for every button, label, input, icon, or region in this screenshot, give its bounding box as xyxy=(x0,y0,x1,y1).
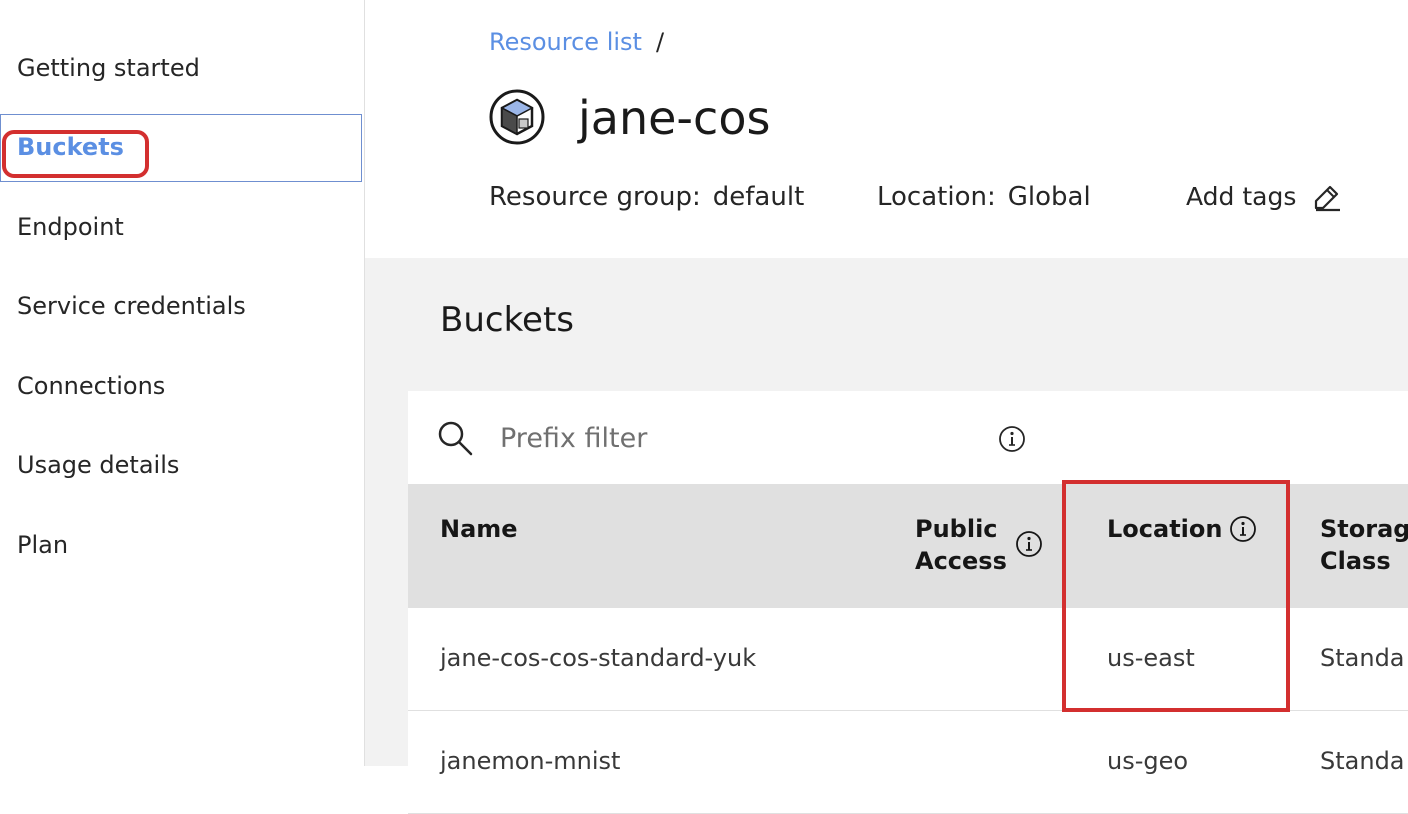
buckets-highlight-outline xyxy=(2,130,149,178)
resource-group-meta: Resource group: default xyxy=(489,182,804,212)
storage-class-cell: Standa xyxy=(1320,644,1405,672)
sidebar-item-plan[interactable]: Plan xyxy=(17,531,68,559)
breadcrumb-separator: / xyxy=(655,28,665,56)
column-header-storage-class-line1: Storag xyxy=(1320,515,1408,543)
page-title: jane-cos xyxy=(578,91,771,145)
column-header-storage-class-line2: Class xyxy=(1320,547,1391,575)
add-tags-button[interactable]: Add tags xyxy=(1186,182,1296,211)
prefix-filter-input[interactable] xyxy=(500,418,970,458)
location-column-highlight-outline xyxy=(1062,480,1290,712)
sidebar: Getting started Buckets Endpoint Service… xyxy=(0,0,365,766)
search-icon xyxy=(438,421,473,456)
storage-class-cell: Standa xyxy=(1320,747,1405,775)
location-value: Global xyxy=(1007,182,1091,212)
info-icon[interactable] xyxy=(997,424,1027,454)
location-meta: Location: Global xyxy=(877,182,1091,212)
table-row[interactable]: janemon-mnist us-geo Standa xyxy=(408,711,1408,814)
breadcrumb: Resource list / xyxy=(489,28,664,56)
column-header-name[interactable]: Name xyxy=(440,513,518,545)
info-icon[interactable] xyxy=(1014,529,1044,559)
location-cell: us-geo xyxy=(1107,747,1189,775)
pencil-icon[interactable] xyxy=(1312,182,1342,212)
column-header-public-access[interactable]: Public Access xyxy=(915,513,1007,577)
bucket-name-link[interactable]: jane-cos-cos-standard-yuk xyxy=(440,644,756,672)
sidebar-item-connections[interactable]: Connections xyxy=(17,372,165,400)
resource-group-key: Resource group: xyxy=(489,182,701,212)
section-title-buckets: Buckets xyxy=(440,300,575,340)
column-header-name-label: Name xyxy=(440,515,518,543)
column-header-storage-class[interactable]: Storag Class xyxy=(1320,513,1408,577)
sidebar-item-getting-started[interactable]: Getting started xyxy=(17,54,200,82)
sidebar-item-endpoint[interactable]: Endpoint xyxy=(17,213,124,241)
sidebar-item-service-credentials[interactable]: Service credentials xyxy=(17,292,246,320)
location-key: Location: xyxy=(877,182,996,212)
sidebar-item-usage-details[interactable]: Usage details xyxy=(17,451,179,479)
resource-group-value: default xyxy=(712,182,805,212)
breadcrumb-resource-list-link[interactable]: Resource list xyxy=(489,28,642,56)
column-header-public-access-line1: Public xyxy=(915,515,998,543)
bucket-name-link[interactable]: janemon-mnist xyxy=(440,747,620,775)
cloud-object-storage-icon xyxy=(489,89,545,145)
column-header-public-access-line2: Access xyxy=(915,547,1007,575)
